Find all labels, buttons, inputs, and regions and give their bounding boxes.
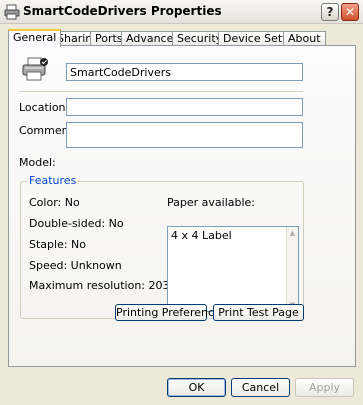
staple-feature: Staple: No: [29, 238, 87, 251]
list-item[interactable]: 4 x 4 Label: [171, 229, 232, 242]
printer-icon: [21, 56, 49, 82]
paper-list[interactable]: 4 x 4 Label ▲ ▼: [167, 226, 299, 312]
location-field[interactable]: [66, 98, 303, 116]
double-sided-feature: Double-sided: No: [29, 217, 124, 230]
features-group: Features Color: No Double-sided: No Stap…: [20, 174, 304, 319]
scroll-up-icon[interactable]: ▲: [287, 227, 298, 239]
color-feature: Color: No: [29, 196, 80, 209]
printing-preferences-button[interactable]: Printing Preferences...: [115, 304, 237, 321]
max-resolution-feature: Maximum resolution: 203 dpi: [29, 279, 191, 292]
printer-name-field[interactable]: SmartCodeDrivers: [66, 63, 303, 81]
title-bar: SmartCodeDrivers Properties ? ✕: [0, 0, 363, 24]
cancel-button[interactable]: Cancel: [231, 378, 290, 397]
ok-button[interactable]: OK: [167, 378, 226, 397]
comment-field[interactable]: [66, 122, 303, 148]
printer-icon: [4, 4, 20, 20]
divider: [19, 91, 303, 92]
location-label: Location:: [19, 101, 70, 114]
tab-general[interactable]: General: [8, 29, 62, 47]
model-label: Model:: [19, 156, 56, 169]
window-title: SmartCodeDrivers Properties: [23, 4, 222, 18]
tab-about[interactable]: About: [283, 31, 326, 46]
general-panel: SmartCodeDrivers Location: Comment: Mode…: [8, 45, 356, 367]
print-test-page-button[interactable]: Print Test Page: [213, 304, 304, 321]
close-button[interactable]: ✕: [341, 3, 359, 21]
features-legend: Features: [27, 174, 79, 187]
apply-button[interactable]: Apply: [295, 378, 354, 397]
paper-list-scrollbar[interactable]: ▲ ▼: [286, 227, 298, 311]
help-button[interactable]: ?: [321, 3, 339, 21]
paper-available-label: Paper available:: [167, 196, 256, 209]
speed-feature: Speed: Unknown: [29, 259, 122, 272]
